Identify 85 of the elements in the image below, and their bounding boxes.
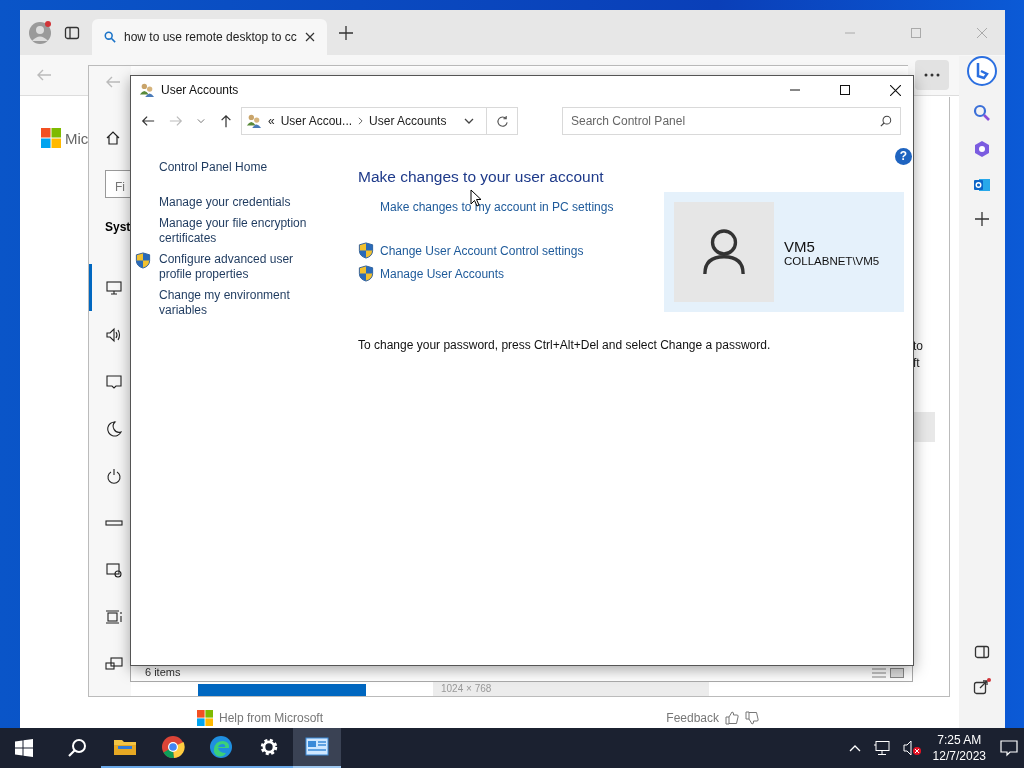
windows-logo-icon [41, 128, 61, 148]
new-tab-icon[interactable] [338, 25, 353, 40]
mail-app-icon[interactable] [973, 176, 991, 194]
up-arrow-icon[interactable] [219, 114, 233, 128]
refresh-icon [495, 114, 509, 128]
storage-icon [105, 519, 123, 526]
sidebar-link[interactable]: Manage your credentials [135, 195, 319, 210]
account-name: COLLABNET\VM5 [784, 254, 880, 267]
control-panel-icon [305, 736, 329, 758]
maximize-icon[interactable] [840, 85, 850, 95]
password-hint-text: To change your password, press Ctrl+Alt+Del and select Change a password. [358, 338, 772, 352]
close-icon[interactable] [304, 32, 315, 42]
bing-chat-icon[interactable] [967, 56, 997, 86]
user-silhouette-icon [702, 228, 746, 276]
help-button[interactable]: ? [895, 148, 912, 165]
search-icon [880, 115, 892, 127]
external-link-icon[interactable] [973, 678, 991, 696]
status-text: 6 items [145, 666, 182, 678]
task-link[interactable]: Make changes to my account in PC settings [358, 200, 614, 214]
sparkle-icon[interactable] [973, 140, 991, 158]
body-text: ft [913, 355, 921, 372]
task-link[interactable]: Change User Account Control settings [358, 242, 584, 259]
tiles-view-icon[interactable] [890, 668, 904, 678]
profile-avatar-icon[interactable] [28, 20, 52, 45]
back-arrow-icon[interactable] [141, 114, 155, 128]
taskbar-app[interactable] [293, 728, 341, 768]
help-link[interactable]: Help from Microsoft [219, 711, 324, 725]
breadcrumb-item[interactable]: User Accounts [369, 114, 447, 128]
search-field[interactable]: Search Control Panel [562, 107, 901, 135]
window-title: User Accounts [161, 83, 239, 97]
power-icon [105, 466, 123, 485]
address-bar[interactable]: « User Accou... User Accounts [241, 107, 518, 135]
browser-tab[interactable]: how to use remote desktop to cc [92, 19, 327, 55]
tablet-icon [105, 560, 123, 579]
sound-icon [105, 325, 123, 344]
clock-time[interactable]: 7:25 AM [937, 732, 982, 748]
windows-logo-icon [197, 710, 213, 726]
sidebar-toggle-icon[interactable] [974, 644, 990, 660]
users-icon [246, 113, 262, 129]
shield-icon [358, 265, 374, 282]
tab-title: how to use remote desktop to cc [124, 30, 297, 44]
search-icon[interactable] [67, 738, 87, 758]
multitasking-icon [105, 607, 123, 626]
breadcrumb-overflow[interactable]: « [268, 114, 275, 128]
focus-icon [105, 419, 123, 438]
projecting-icon [105, 654, 123, 673]
search-field[interactable]: Fi [105, 170, 131, 198]
home-icon[interactable] [105, 130, 121, 146]
page-heading: Make changes to your user account [358, 168, 604, 186]
logo-text: Mic [65, 129, 89, 147]
network-icon[interactable] [872, 740, 891, 756]
feedback-label: Feedback [666, 711, 719, 725]
users-icon [139, 82, 155, 98]
breadcrumb-item[interactable]: User Accou... [280, 114, 353, 128]
notifications-icon[interactable] [1000, 739, 1018, 757]
chevron-up-icon[interactable] [848, 744, 861, 752]
sidebar-link[interactable]: Manage your file encryption certificates [135, 216, 319, 246]
chrome-icon [161, 735, 185, 759]
chevron-down-icon[interactable] [464, 118, 474, 124]
notifications-icon [105, 372, 123, 391]
button-background[interactable] [913, 412, 935, 442]
shield-icon [135, 252, 151, 269]
tab-actions-icon[interactable] [64, 24, 80, 41]
display-icon [105, 278, 123, 297]
volume-muted-icon[interactable] [902, 740, 921, 756]
chevron-right-icon [358, 117, 364, 125]
start-icon[interactable] [15, 739, 33, 757]
sidebar-link[interactable]: Control Panel Home [135, 160, 319, 175]
gear-icon [258, 736, 280, 758]
sidebar-link[interactable]: Change my environment variables [135, 288, 319, 318]
plus-icon[interactable] [975, 212, 989, 226]
clock-date[interactable]: 12/7/2023 [932, 748, 986, 764]
more-icon [924, 73, 940, 77]
section-heading: Syst [105, 220, 131, 234]
thumbs-down-icon[interactable] [745, 711, 759, 725]
body-text: to [913, 338, 924, 355]
folder-icon [113, 737, 137, 757]
shield-icon [358, 242, 374, 259]
sidebar-link[interactable]: Configure advanced user profile properties [135, 252, 319, 282]
search-icon [104, 31, 116, 43]
user-name: VM5 [784, 237, 816, 255]
close-icon[interactable] [890, 84, 901, 96]
thumbs-up-icon[interactable] [725, 711, 739, 725]
task-link[interactable]: Manage User Accounts [358, 265, 505, 282]
edge-icon [209, 735, 233, 759]
